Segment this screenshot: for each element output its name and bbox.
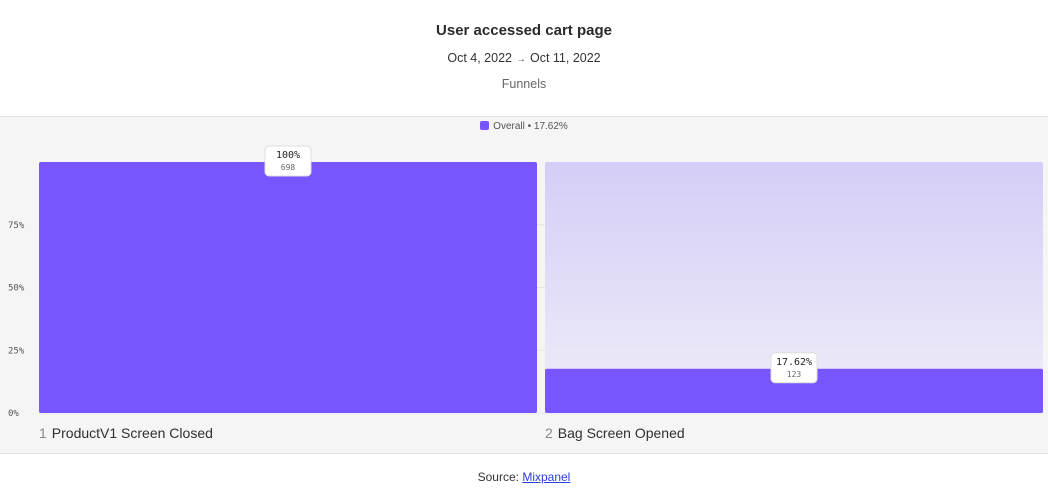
- dropoff-area: [545, 162, 1043, 369]
- y-tick-label: 75%: [8, 221, 25, 231]
- source-link[interactable]: Mixpanel: [522, 470, 570, 484]
- y-tick-label: 25%: [8, 346, 25, 356]
- value-label: 17.62%: [776, 357, 812, 368]
- source-prefix: Source:: [477, 470, 519, 484]
- y-tick-label: 0%: [8, 409, 19, 419]
- step-label-1[interactable]: 1 ProductV1 Screen Closed: [39, 425, 213, 441]
- step-label-2[interactable]: 2 Bag Screen Opened: [545, 425, 685, 441]
- chart-panel: Overall • 17.62% 0% 25% 50% 75% 100% 698 17.62…: [0, 116, 1048, 454]
- date-start: Oct 4, 2022: [447, 51, 512, 65]
- step-number: 2: [545, 425, 553, 441]
- step-name: ProductV1 Screen Closed: [51, 425, 213, 441]
- step-name: Bag Screen Opened: [557, 425, 685, 441]
- count-label: 123: [787, 370, 802, 379]
- date-end: Oct 11, 2022: [529, 51, 601, 65]
- funnel-bar: [39, 162, 537, 413]
- chart-title: User accessed cart page: [436, 22, 612, 39]
- chart-header: User accessed cart page Oct 4, 2022 → Oct …: [0, 0, 1048, 116]
- y-tick-label: 50%: [8, 284, 25, 294]
- date-range: Oct 4, 2022 → Oct 11, 2022: [0, 51, 1048, 65]
- arrow-right-icon: →: [515, 54, 526, 65]
- report-type: Funnels: [501, 77, 547, 91]
- funnel-chart: 0% 25% 50% 75% 100% 698 17.62% 123: [8, 145, 1044, 419]
- step-number: 1: [39, 425, 47, 441]
- source-footer: Source: Mixpanel: [0, 470, 1048, 484]
- value-label: 100%: [276, 150, 300, 161]
- count-label: 698: [281, 163, 296, 172]
